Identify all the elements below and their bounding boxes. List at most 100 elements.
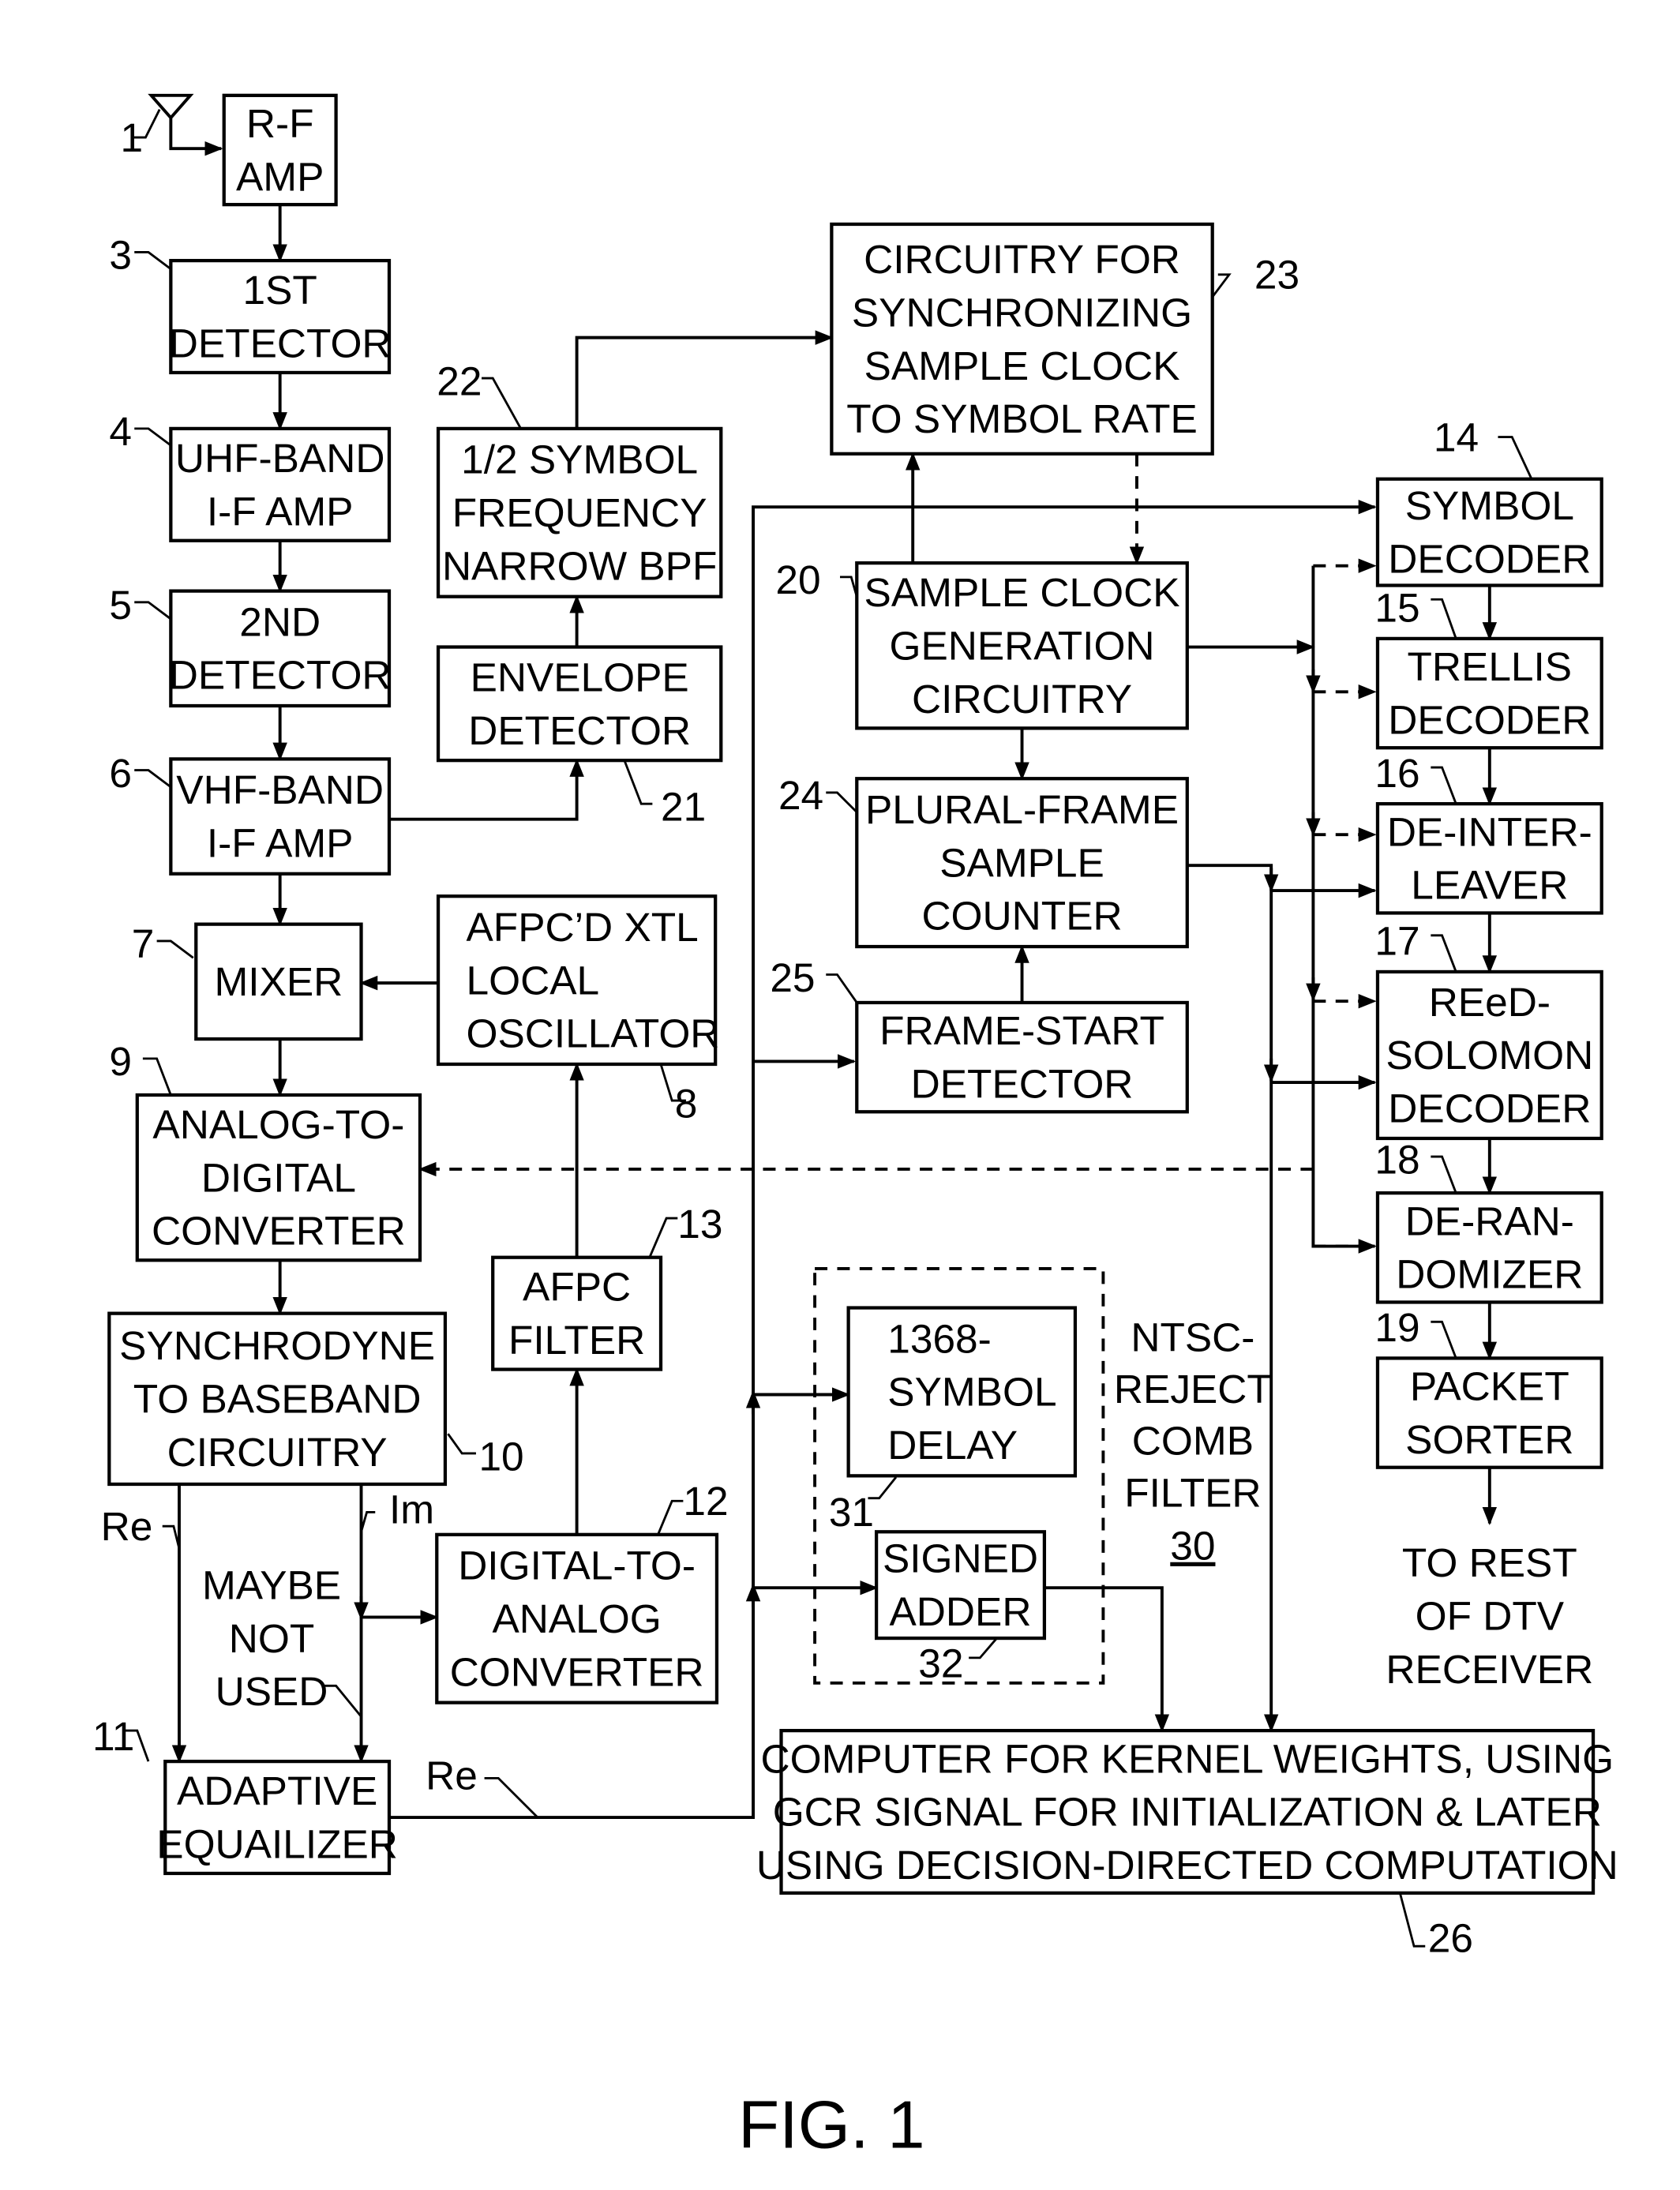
reference-numeral: 13	[677, 1201, 722, 1247]
signal-label-re-bottom: Re	[426, 1753, 478, 1798]
block-label-line: MIXER	[214, 958, 343, 1004]
block-label-line: REeD-	[1429, 979, 1551, 1025]
block-bpf: 1/2 SYMBOL FREQUENCY NARROW BPF	[436, 426, 723, 598]
block-label-line: FILTER	[508, 1317, 645, 1363]
block-label-line: DIGITAL	[201, 1154, 356, 1200]
block-label-line: DE-INTER-	[1387, 808, 1592, 854]
block-label-line: 2ND	[239, 598, 321, 644]
reference-numeral: 15	[1374, 585, 1419, 631]
reference-numeral: 22	[437, 358, 482, 403]
reference-numeral: 12	[683, 1478, 728, 1524]
block-vhf-if: VHF-BAND I-F AMP	[169, 757, 392, 876]
block-label-line: DECODER	[1388, 536, 1591, 582]
block-label-line: UHF-BAND	[175, 435, 385, 481]
comb-filter-label: NTSC- REJECT COMB FILTER 30	[1114, 1314, 1272, 1569]
reference-numeral: 14	[1434, 414, 1479, 459]
block-label-line: AFPC	[523, 1264, 631, 1310]
block-label-line: CIRCUITRY FOR	[864, 236, 1180, 282]
block-label-line: DETECTOR	[911, 1061, 1134, 1107]
block-rf-amp: R-F AMP	[222, 93, 338, 207]
dtv-receiver-block-diagram: R-F AMP 1ST DETECTOR UHF-BAND I-F AMP 2ND DETEC…	[92, 93, 1618, 2163]
block-label-line: TO BASEBAND	[133, 1376, 422, 1422]
reference-numeral: 9	[109, 1038, 132, 1084]
to-rest-0: TO REST	[1402, 1539, 1577, 1585]
block-label-line: TRELLIS	[1408, 643, 1573, 689]
block-label-line: VHF-BAND	[176, 767, 384, 812]
block-label-line: GCR SIGNAL FOR INITIALIZATION & LATER	[773, 1789, 1602, 1835]
blocks: R-F AMP 1ST DETECTOR UHF-BAND I-F AMP 2ND DETEC…	[107, 93, 1618, 1895]
block-label-line: 1368-	[887, 1315, 991, 1361]
reference-numeral: 24	[778, 772, 823, 818]
antenna-icon	[148, 93, 222, 148]
block-label-line: AMP	[236, 153, 324, 199]
block-label-line: 1/2 SYMBOL	[461, 437, 698, 482]
reference-numeral: 17	[1374, 918, 1419, 964]
block-label-line: CONVERTER	[152, 1208, 406, 1254]
block-label-line: SAMPLE	[939, 839, 1104, 885]
block-label-line: PLURAL-FRAME	[865, 786, 1179, 832]
block-mixer: MIXER	[194, 922, 363, 1041]
block-label-line: SOLOMON	[1386, 1032, 1593, 1078]
block-adc: ANALOG-TO- DIGITAL CONVERTER	[135, 1093, 422, 1262]
reference-numeral: 16	[1374, 750, 1419, 796]
block-label-line: ENVELOPE	[471, 654, 689, 699]
block-label-line: SIGNED	[883, 1536, 1038, 1581]
block-afpc-filter: AFPC FILTER	[491, 1255, 663, 1371]
block-packet-sorter: PACKET SORTER	[1375, 1356, 1603, 1469]
block-label-line: ANALOG-TO-	[152, 1101, 404, 1147]
reference-numeral: 26	[1428, 1914, 1473, 1960]
reference-numeral: 19	[1374, 1304, 1419, 1350]
clock-bus-vertical	[1311, 565, 1375, 1248]
block-label-line: USING DECISION-DIRECTED COMPUTATION	[756, 1842, 1618, 1888]
block-label-line: DETECTOR	[468, 707, 691, 753]
block-label-line: DECODER	[1388, 1086, 1591, 1131]
block-label-line: LEAVER	[1411, 862, 1568, 908]
figure-caption: FIG. 1	[738, 2088, 924, 2163]
block-label-line: ADAPTIVE	[177, 1768, 377, 1813]
block-label-line: GENERATION	[889, 622, 1154, 668]
block-label-line: SORTER	[1405, 1416, 1573, 1462]
block-label-line: DETECTOR	[169, 652, 392, 698]
maybe-not-used-0: MAYBE	[202, 1562, 341, 1607]
reference-numeral: 21	[661, 783, 706, 829]
comb-filter-text-3: FILTER	[1124, 1469, 1261, 1515]
block-frame-start: FRAME-START DETECTOR	[855, 1000, 1189, 1114]
reference-numeral: 11	[92, 1713, 134, 1759]
block-label-line: R-F	[246, 100, 314, 146]
reference-numeral: 23	[1254, 252, 1299, 298]
block-label-line: CONVERTER	[450, 1648, 704, 1694]
signal-label-re-left: Re	[101, 1503, 153, 1549]
reference-numeral: 6	[109, 750, 132, 796]
block-label-line: CIRCUITRY	[167, 1429, 388, 1475]
block-local-osc: AFPC’D XTL LOCAL OSCILLATOR	[436, 894, 720, 1067]
comb-filter-text-1: REJECT	[1114, 1366, 1272, 1412]
signal-label-im: Im	[389, 1487, 434, 1532]
block-adder: SIGNED ADDER	[874, 1530, 1047, 1641]
block-label-line: SYNCHRODYNE	[119, 1322, 435, 1368]
block-label-line: DECODER	[1388, 696, 1591, 742]
block-label-line: FREQUENCY	[452, 489, 707, 535]
reference-numeral: 8	[675, 1080, 698, 1126]
reference-numeral: 32	[918, 1641, 963, 1686]
maybe-not-used-1: NOT	[229, 1615, 315, 1661]
block-label-line: COUNTER	[921, 893, 1122, 939]
maybe-not-used-2: USED	[216, 1668, 328, 1714]
block-label-line: SAMPLE CLOCK	[864, 343, 1180, 388]
block-label-line: I-F AMP	[207, 820, 354, 866]
block-rs-dec: REeD- SOLOMON DECODER	[1375, 969, 1603, 1141]
block-label-line: SAMPLE CLOCK	[864, 569, 1180, 615]
block-det2: 2ND DETECTOR	[169, 589, 392, 708]
block-sample-clock: SAMPLE CLOCK GENERATION CIRCUITRY	[855, 561, 1189, 730]
block-uhf-if: UHF-BAND I-F AMP	[169, 426, 392, 542]
wire-bpf-sync	[575, 330, 834, 429]
block-envelope-det: ENVELOPE DETECTOR	[436, 645, 723, 763]
block-label-line: LOCAL	[467, 957, 600, 1003]
block-symbol-dec: SYMBOL DECODER	[1375, 477, 1603, 587]
reference-numeral: 7	[132, 921, 155, 966]
block-label-line: NARROW BPF	[442, 542, 717, 588]
reference-numeral: 3	[109, 232, 132, 278]
block-label-line: I-F AMP	[207, 488, 354, 534]
block-label-line: OSCILLATOR	[467, 1011, 720, 1056]
block-label-line: DOMIZER	[1396, 1251, 1583, 1297]
block-synchrodyne: SYNCHRODYNE TO BASEBAND CIRCUITRY	[107, 1311, 448, 1487]
